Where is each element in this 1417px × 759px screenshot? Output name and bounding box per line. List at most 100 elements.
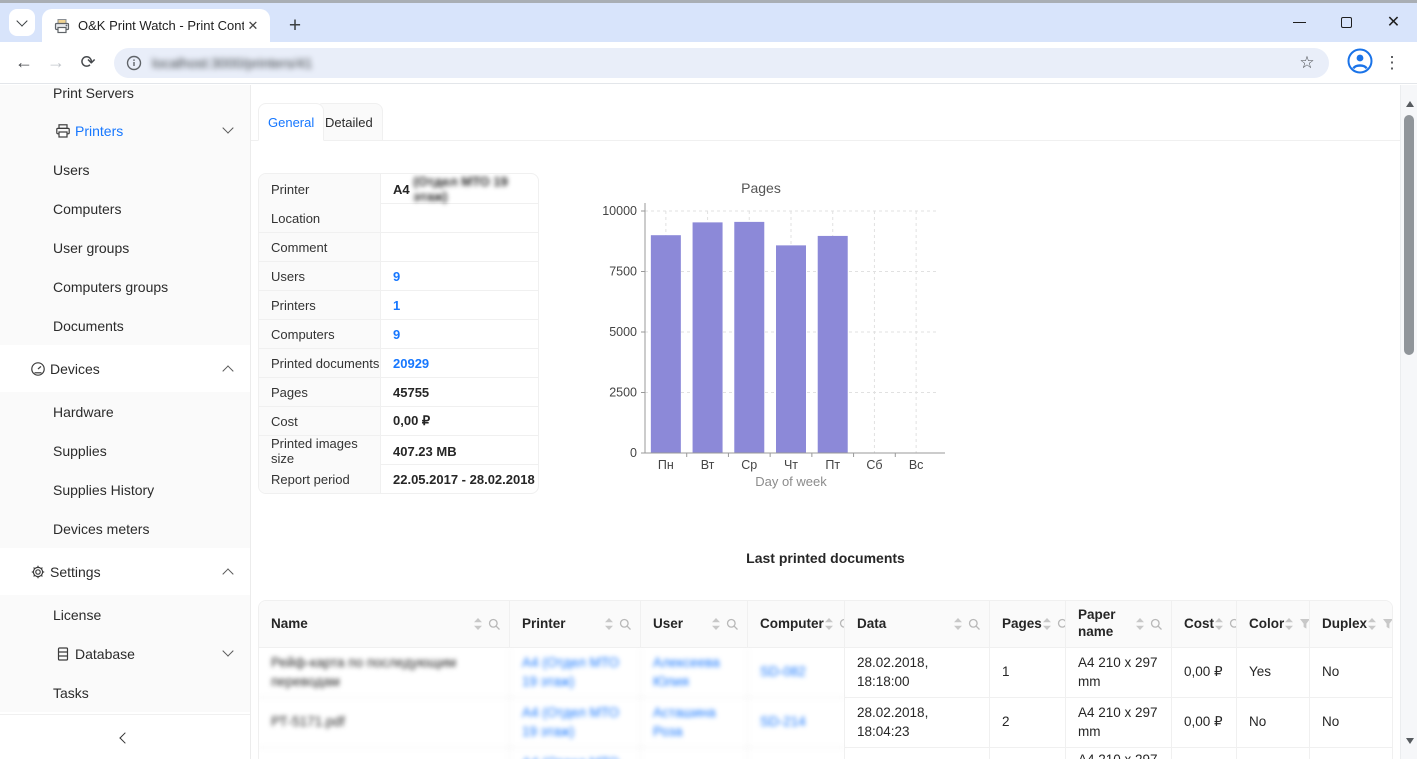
search-icon[interactable] (488, 618, 501, 631)
sidebar-item-settings[interactable]: Settings (0, 552, 250, 591)
bookmark-star-button[interactable]: ☆ (1295, 51, 1319, 75)
column-header-printer[interactable]: Printer (509, 601, 640, 648)
tab-search-button[interactable] (9, 9, 35, 36)
column-header-cost[interactable]: Cost (1171, 601, 1241, 648)
printer-properties-table: Printer A4 (Отдел МТО 19 этаж) Location … (258, 173, 539, 494)
cell-printer-link[interactable]: A4 (Отдел МТО 19 этаж) (509, 648, 640, 698)
sidebar-item-hardware[interactable]: Hardware (0, 392, 250, 431)
sort-icon[interactable] (1135, 617, 1145, 631)
sort-icon[interactable] (1042, 617, 1052, 631)
search-icon[interactable] (968, 618, 981, 631)
printers-count-link[interactable]: 1 (381, 291, 538, 319)
sidebar-item-license[interactable]: License (0, 595, 250, 634)
maximize-button[interactable] (1323, 3, 1370, 42)
back-button[interactable]: ← (8, 47, 40, 79)
printed-documents-link[interactable]: 20929 (381, 349, 538, 377)
sidebar-item-users[interactable]: Users (0, 150, 250, 189)
sidebar-item-user-groups[interactable]: User groups (0, 228, 250, 267)
cell-user-link[interactable]: Асташина Роза (640, 698, 747, 748)
kebab-menu-icon: ⋮ (1383, 52, 1401, 72)
sidebar-item-supplies-history[interactable]: Supplies History (0, 470, 250, 509)
sidebar-item-tasks[interactable]: Tasks (0, 673, 250, 712)
computers-count-link[interactable]: 9 (381, 320, 538, 348)
sidebar-item-devices-meters[interactable]: Devices meters (0, 509, 250, 548)
search-icon[interactable] (726, 618, 739, 631)
browser-tab[interactable]: O&K Print Watch - Print Control ✕ (42, 9, 270, 42)
new-tab-button[interactable]: + (282, 13, 308, 39)
sort-icon[interactable] (604, 617, 614, 631)
svg-text:10000: 10000 (602, 204, 637, 218)
column-header-color[interactable]: Color (1236, 601, 1311, 648)
forward-button[interactable]: → (40, 47, 72, 79)
property-label: Report period (259, 465, 381, 493)
sidebar-item-label: Database (75, 645, 135, 662)
tabbar-divider (251, 140, 1400, 141)
address-bar[interactable]: localhost:3000/printers/41 ☆ (114, 47, 1329, 78)
search-icon[interactable] (1150, 618, 1163, 631)
sort-icon[interactable] (1214, 617, 1224, 631)
filter-icon[interactable] (1382, 618, 1393, 630)
sort-icon[interactable] (824, 617, 834, 631)
cell-date: 28.02.2018, 18:04:23 (844, 698, 989, 748)
info-icon[interactable] (126, 55, 142, 71)
cell-printer-link[interactable]: A4 (Отдел МТО 19 этаж) (509, 748, 640, 759)
sidebar-item-devices[interactable]: Devices (0, 349, 250, 388)
chevron-up-icon (222, 365, 234, 377)
column-header-paper-name[interactable]: Paper name (1065, 601, 1171, 648)
property-label: Printer (259, 174, 381, 204)
column-header-data[interactable]: Data (844, 601, 989, 648)
sidebar-item-computers-groups[interactable]: Computers groups (0, 267, 250, 306)
svg-text:Вт: Вт (701, 458, 715, 472)
sidebar-item-label: User groups (53, 239, 130, 256)
browser-menu-button[interactable]: ⋮ (1377, 47, 1407, 79)
cell-computer-link[interactable] (747, 748, 844, 759)
gear-icon (30, 564, 46, 580)
column-header-duplex[interactable]: Duplex (1309, 601, 1392, 648)
sidebar-item-computers[interactable]: Computers (0, 189, 250, 228)
search-icon[interactable] (619, 618, 632, 631)
sidebar-item-database[interactable]: Database (0, 634, 250, 673)
forward-icon: → (47, 52, 65, 72)
page-scrollbar[interactable] (1400, 85, 1417, 759)
column-header-pages[interactable]: Pages (989, 601, 1069, 648)
close-button[interactable]: ✕ (1370, 3, 1417, 42)
cell-document-name: Рейф-карта по последующим переводам (259, 648, 509, 698)
sort-icon[interactable] (953, 617, 963, 631)
cell-computer-link[interactable]: SD-214 (747, 698, 844, 748)
database-icon (55, 646, 71, 662)
profile-button[interactable] (1343, 46, 1377, 80)
property-row-cost: Cost 0,00 ₽ (259, 406, 538, 435)
property-row-computers: Computers 9 (259, 319, 538, 348)
tab-general[interactable]: General (258, 103, 325, 141)
reload-button[interactable]: ⟳ (72, 47, 104, 79)
printer-name-prefix: A4 (393, 181, 410, 197)
users-count-link[interactable]: 9 (381, 262, 538, 290)
sidebar-item-documents[interactable]: Documents (0, 306, 250, 345)
cell-printer-link[interactable]: A4 (Отдел МТО 19 этаж) (509, 698, 640, 748)
sort-icon[interactable] (1367, 617, 1377, 631)
sidebar-item-label: Supplies History (53, 481, 155, 498)
sidebar-item-supplies[interactable]: Supplies (0, 431, 250, 470)
svg-text:0: 0 (630, 446, 637, 460)
tab-close-button[interactable]: ✕ (244, 17, 262, 35)
minimize-button[interactable] (1276, 3, 1323, 42)
sort-icon[interactable] (711, 617, 721, 631)
scrollbar-up-button[interactable] (1401, 85, 1417, 107)
sort-icon[interactable] (1284, 617, 1294, 631)
cell-color: Yes (1236, 648, 1309, 698)
tab-detailed[interactable]: Detailed (315, 103, 383, 141)
column-header-user[interactable]: User (640, 601, 747, 648)
sort-icon[interactable] (473, 617, 483, 631)
scrollbar-down-button[interactable] (1401, 737, 1417, 759)
sidebar-item-printers[interactable]: Printers (0, 111, 250, 150)
column-header-computer[interactable]: Computer (747, 601, 851, 648)
scrollbar-thumb[interactable] (1404, 115, 1414, 355)
sidebar-collapse-button[interactable] (105, 722, 145, 752)
cell-user-link[interactable] (640, 748, 747, 759)
cell-user-link[interactable]: Алексеева Юлия (640, 648, 747, 698)
sidebar-footer (0, 714, 250, 759)
column-header-name[interactable]: Name (259, 601, 509, 648)
cell-document-name: Реестр заявок.pdf (259, 748, 509, 759)
cell-computer-link[interactable]: SD-082 (747, 648, 844, 698)
sidebar-item-print-servers[interactable]: Print Servers (0, 85, 250, 112)
